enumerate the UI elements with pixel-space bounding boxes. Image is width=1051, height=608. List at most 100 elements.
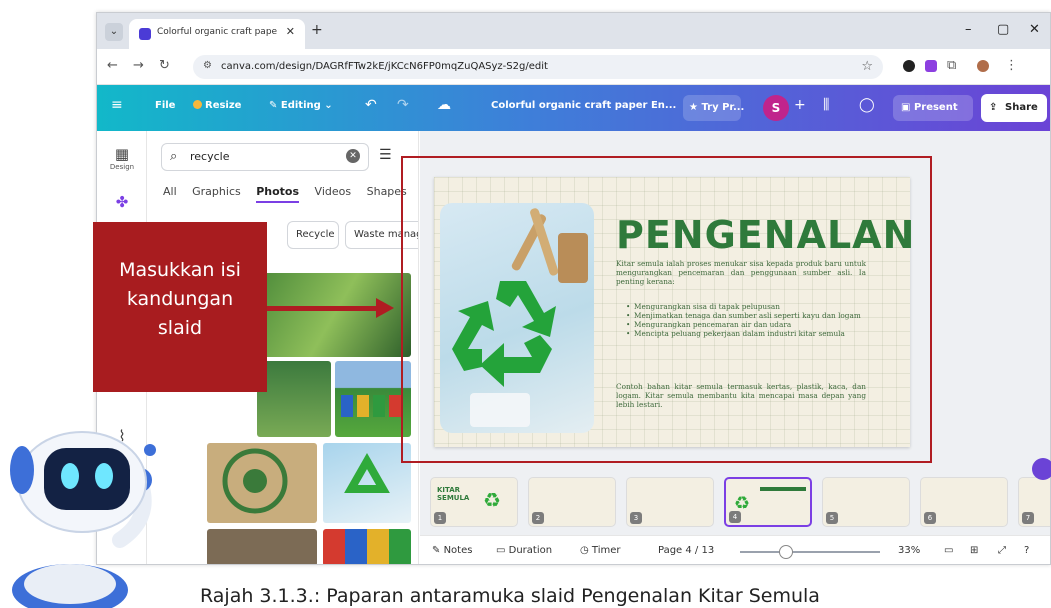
thumbnail-title: KITAR SEMULA [437,486,470,502]
clear-search-icon[interactable]: ✕ [346,149,360,163]
forward-icon[interactable]: → [133,58,144,73]
address-bar: ← → ↻ ⚙ canva.com/design/DAGRfFTw2kE/jKC… [97,49,1050,85]
duration-label: Duration [508,545,553,556]
thumbnail-heading-bar [760,487,806,491]
zoom-slider-handle[interactable] [779,545,794,559]
photo-result[interactable] [207,443,317,523]
thumbnail-page-7[interactable]: 7 [1018,477,1050,527]
reload-icon[interactable]: ↻ [159,58,170,73]
tab-search-button[interactable]: ⌄ [105,23,123,41]
instruction-callout: Masukkan isi kandungan slaid [93,222,267,392]
help-icon[interactable]: ? [1024,545,1029,556]
thumbnail-page-4[interactable]: ♻ 4 [724,477,812,527]
extension-icon[interactable] [903,60,915,72]
callout-arrow-head [376,298,394,318]
url-text: canva.com/design/DAGRfFTw2kE/jKCcN6FP0mq… [221,61,548,72]
grid-view-icon[interactable]: ⊞ [970,545,978,556]
bottom-toolbar: ✎ Notes ▭ Duration ◷ Timer Page 4 / 13 3… [420,535,1050,564]
file-menu[interactable]: File [155,100,175,111]
share-button[interactable]: ⇪ Share [981,94,1047,122]
editing-label: Editing [280,100,321,111]
tab-close-button[interactable]: ✕ [286,25,295,38]
tab-all[interactable]: All [163,185,177,198]
page-number: 6 [924,512,936,524]
filter-icon[interactable]: ☰ [379,147,392,163]
add-people-icon[interactable]: + [794,97,806,113]
timer-button[interactable]: ◷ Timer [580,545,621,556]
cloud-save-icon[interactable]: ☁ [437,97,451,113]
insights-chart-icon[interactable]: ⫼ [823,97,829,113]
site-info-icon[interactable]: ⚙ [203,60,212,71]
page-number: 2 [532,512,544,524]
thumbnail-page-5[interactable]: 5 [822,477,910,527]
instruction-text: Masukkan isi kandungan slaid [93,256,267,343]
page-view-icon[interactable]: ▭ [944,545,953,556]
rail-elements[interactable]: ✤ [97,193,147,211]
canva-toolbar: ≡ File Resize ✎ Editing ⌄ ↶ ↷ ☁ Colorful… [97,85,1050,131]
canva-extension-icon[interactable] [925,60,937,72]
redo-icon[interactable]: ↷ [397,97,409,113]
try-pro-button[interactable]: ★ Try Pr... [683,95,745,121]
present-button[interactable]: ▣ Present [893,95,973,121]
bookmark-star-icon[interactable]: ☆ [861,59,873,74]
page-indicator[interactable]: Page 4 / 13 [658,545,714,556]
notes-button[interactable]: ✎ Notes [432,545,472,556]
search-icon: ⌕ [170,149,178,164]
browser-menu-icon[interactable]: ⋮ [1005,58,1018,73]
duration-button[interactable]: ▭ Duration [496,545,552,556]
photo-result[interactable] [335,361,411,437]
editing-mode-button[interactable]: ✎ Editing ⌄ [269,100,333,111]
undo-icon[interactable]: ↶ [365,97,377,113]
photo-result[interactable] [323,443,411,523]
resize-button[interactable]: Resize [193,100,241,111]
window-close-button[interactable]: ✕ [1029,22,1040,37]
browser-tab[interactable]: Colorful organic craft paper En ✕ [129,19,305,49]
thumbnail-page-3[interactable]: 3 [626,477,714,527]
notes-label: Notes [443,545,473,556]
tutorial-figure: { "browser": { "tab_title": "Colorful or… [0,0,1051,608]
help-bubble-icon[interactable] [1032,458,1051,480]
zoom-level[interactable]: 33% [898,545,920,556]
elements-icon: ✤ [115,193,129,211]
url-field[interactable]: ⚙ canva.com/design/DAGRfFTw2kE/jKCcN6FP0… [193,55,883,79]
thumbnail-page-2[interactable]: 2 [528,477,616,527]
present-text: Present [913,102,958,113]
new-tab-button[interactable]: + [311,22,323,38]
page-thumbnails: KITAR SEMULA ♻ 1 2 3 ♻ 4 5 6 7 [420,471,1050,527]
fullscreen-icon[interactable]: ⤢ [998,545,1006,556]
search-input[interactable] [190,150,330,163]
zoom-slider[interactable] [740,551,880,553]
extensions-puzzle-icon[interactable]: ⧉ [947,58,956,73]
photo-result[interactable] [323,529,411,564]
instruction-line: slaid [157,317,203,339]
tab-graphics[interactable]: Graphics [192,185,241,198]
resize-label: Resize [205,100,242,111]
main-menu-icon[interactable]: ≡ [111,97,123,113]
comment-icon[interactable]: ◯ [859,97,875,113]
tab-bar: ⌄ Colorful organic craft paper En ✕ + – … [97,13,1050,49]
rail-design[interactable]: ▦ Design [97,145,147,171]
instruction-line: kandungan [126,288,234,310]
crown-icon [193,100,202,109]
try-pro-text: Try Pr... [701,102,745,113]
photo-result[interactable] [207,529,317,564]
photo-result[interactable] [257,361,331,437]
recycle-bins-image [341,395,401,417]
back-icon[interactable]: ← [107,58,118,73]
minimize-button[interactable]: – [965,22,972,37]
maximize-button[interactable]: ▢ [997,22,1009,37]
search-box[interactable]: ⌕ ✕ [161,143,369,171]
chip-recycle[interactable]: Recycle [287,221,339,249]
page-number: 7 [1022,512,1034,524]
design-icon: ▦ [114,145,130,163]
recycle-badge-image [222,448,288,514]
design-title[interactable]: Colorful organic craft paper En... [491,100,676,111]
highlight-box [401,156,932,463]
thumbnail-page-1[interactable]: KITAR SEMULA ♻ 1 [430,477,518,527]
tab-photos[interactable]: Photos [256,185,300,203]
thumbnail-page-6[interactable]: 6 [920,477,1008,527]
rail-design-label: Design [109,163,135,171]
user-avatar[interactable]: S [763,95,789,121]
tab-videos[interactable]: Videos [315,185,352,198]
profile-avatar[interactable] [977,60,989,72]
